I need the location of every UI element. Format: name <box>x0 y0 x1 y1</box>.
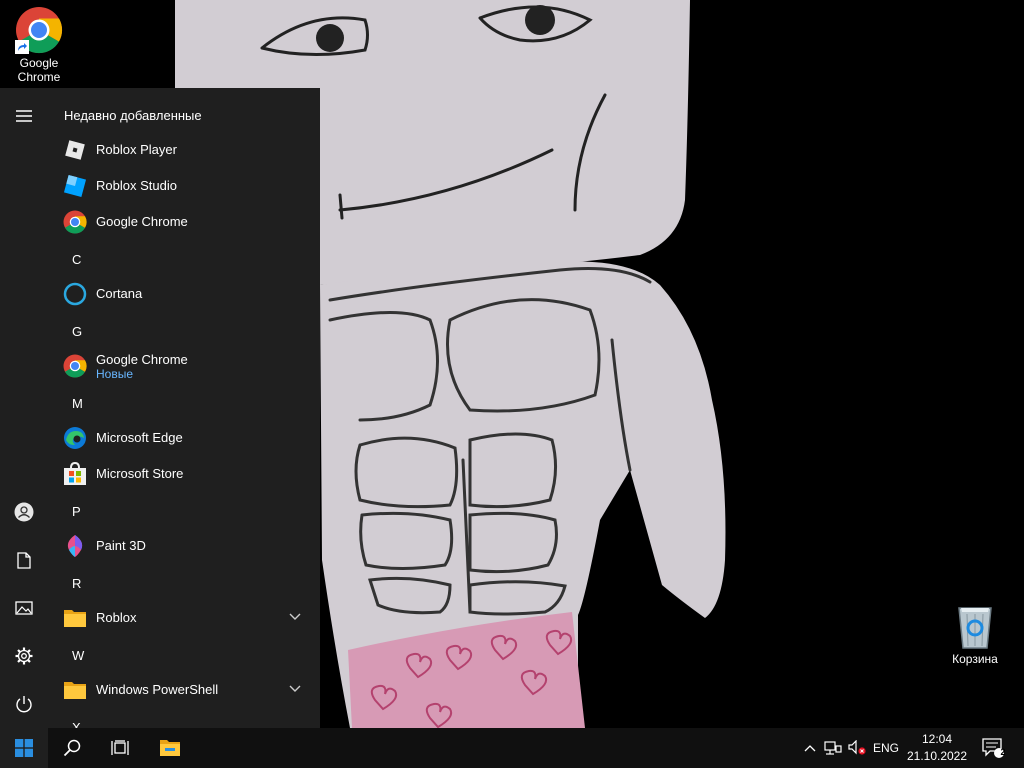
windows-start-icon <box>15 739 33 757</box>
folder-icon <box>64 682 86 699</box>
file-explorer-taskbar-button[interactable] <box>146 728 194 768</box>
new-badge: Новые <box>96 367 134 381</box>
start-menu-rail <box>0 88 48 728</box>
app-google-chrome-recent[interactable]: Google Chrome <box>48 204 320 240</box>
app-label: Google Chrome <box>96 214 188 229</box>
desktop-icon-recycle-bin[interactable]: Корзина <box>937 602 1013 666</box>
edge-icon <box>64 427 86 449</box>
folder-icon <box>64 610 86 627</box>
user-account-icon <box>14 502 34 522</box>
store-icon <box>64 462 86 485</box>
chevron-up-icon <box>804 745 816 752</box>
desktop-icon-label: Chrome <box>17 70 61 84</box>
app-label: Microsoft Edge <box>96 430 183 445</box>
app-cortana[interactable]: Cortana <box>48 276 320 312</box>
app-microsoft-store[interactable]: Microsoft Store <box>48 456 320 492</box>
section-letter-w[interactable]: W <box>48 638 320 674</box>
clock-time: 12:04 <box>921 732 953 746</box>
section-letter-p[interactable]: P <box>48 494 320 530</box>
section-letter: M <box>72 396 83 411</box>
settings-button[interactable] <box>0 632 48 680</box>
chevron-down-icon <box>289 613 301 620</box>
section-letter-g[interactable]: G <box>48 314 320 350</box>
documents-icon <box>17 551 31 569</box>
notification-count-badge: 2 <box>1000 747 1006 757</box>
clock-date: 21.10.2022 <box>906 749 968 763</box>
network-button[interactable] <box>822 728 844 768</box>
roblox-player-icon <box>65 140 85 160</box>
app-label: Google Chrome <box>96 352 188 367</box>
section-letter: G <box>72 324 83 339</box>
app-label: Paint 3D <box>96 538 146 553</box>
user-account-button[interactable] <box>0 488 48 536</box>
cortana-icon <box>63 282 87 306</box>
section-letter-x[interactable]: X <box>48 710 320 728</box>
start-menu: Недавно добавленные Roblox Player Roblox… <box>0 88 320 728</box>
section-letter-m[interactable]: M <box>48 386 320 422</box>
start-button[interactable] <box>0 728 48 768</box>
network-icon <box>824 741 842 755</box>
desktop-icon-label: Google <box>19 56 59 70</box>
app-google-chrome[interactable]: Google Chrome Новые <box>48 346 320 386</box>
search-button[interactable] <box>48 728 96 768</box>
shortcut-arrow-icon <box>15 40 29 54</box>
task-view-button[interactable] <box>96 728 144 768</box>
show-hidden-icons-button[interactable] <box>800 728 820 768</box>
desktop-icon-google-chrome[interactable]: Google Chrome <box>1 6 77 84</box>
pictures-button[interactable] <box>0 584 48 632</box>
section-letter: W <box>72 648 85 663</box>
chrome-icon <box>15 6 63 54</box>
roblox-studio-icon <box>63 174 87 198</box>
app-paint-3d[interactable]: Paint 3D <box>48 528 320 564</box>
input-language-button[interactable]: ENG <box>870 728 902 768</box>
chrome-icon <box>63 210 87 234</box>
section-letter: C <box>72 252 82 267</box>
app-label: Roblox Studio <box>96 178 177 193</box>
app-label: Cortana <box>96 286 143 301</box>
app-label: Roblox <box>96 610 137 625</box>
file-explorer-icon <box>160 740 180 756</box>
section-letter-c[interactable]: C <box>48 242 320 278</box>
action-center-button[interactable]: 2 <box>976 728 1010 768</box>
start-app-list: Недавно добавленные Roblox Player Roblox… <box>48 88 320 728</box>
settings-gear-icon <box>15 647 33 665</box>
paint-3d-icon <box>67 535 83 557</box>
app-roblox-studio[interactable]: Roblox Studio <box>48 168 320 204</box>
app-label: Microsoft Store <box>96 466 184 481</box>
section-letter: R <box>72 576 82 591</box>
power-icon <box>16 696 32 713</box>
section-letter-r[interactable]: R <box>48 566 320 602</box>
app-roblox-player[interactable]: Roblox Player <box>48 132 320 168</box>
taskbar: ENG 12:04 21.10.2022 2 <box>0 728 1024 768</box>
app-folder-windows-powershell[interactable]: Windows PowerShell <box>48 672 320 708</box>
app-folder-roblox[interactable]: Roblox <box>48 600 320 636</box>
clock[interactable]: 12:04 21.10.2022 <box>904 731 970 765</box>
app-microsoft-edge[interactable]: Microsoft Edge <box>48 420 320 456</box>
app-label: Windows PowerShell <box>96 682 219 697</box>
chrome-icon <box>63 354 87 378</box>
volume-button[interactable] <box>846 728 868 768</box>
search-icon <box>63 739 81 757</box>
volume-muted-icon <box>848 740 866 755</box>
section-letter: X <box>72 720 81 728</box>
recently-added-header: Недавно добавленные <box>64 108 202 123</box>
recycle-bin-icon <box>951 602 999 650</box>
app-label: Roblox Player <box>96 142 177 157</box>
power-button[interactable] <box>0 680 48 728</box>
documents-button[interactable] <box>0 536 48 584</box>
section-letter: P <box>72 504 81 519</box>
desktop-icon-label: Корзина <box>952 652 998 666</box>
hamburger-menu-icon <box>16 110 32 122</box>
task-view-icon <box>111 740 129 755</box>
chevron-down-icon <box>289 685 301 692</box>
pictures-icon <box>15 601 33 615</box>
hamburger-menu-button[interactable] <box>0 92 48 140</box>
